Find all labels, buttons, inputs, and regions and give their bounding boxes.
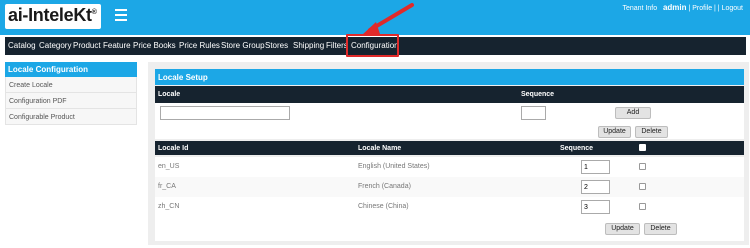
form-body: Add Update Delete — [155, 103, 744, 139]
table-update-button[interactable]: Update — [605, 223, 640, 235]
row-sequence-input[interactable]: 3 — [581, 200, 610, 214]
select-all-checkbox[interactable] — [639, 144, 646, 151]
form-update-button[interactable]: Update — [598, 126, 631, 138]
column-locale-name: Locale Name — [358, 145, 402, 152]
panel-title: Locale Setup — [155, 69, 744, 85]
row-checkbox[interactable] — [639, 183, 646, 190]
row-locale-id: zh_CN — [158, 203, 180, 210]
column-sequence: Sequence — [560, 145, 594, 152]
nav-item-filters[interactable]: Filters — [326, 41, 348, 50]
sequence-input[interactable] — [521, 106, 546, 120]
table-header: Locale Id Locale Name Sequence — [155, 141, 744, 155]
row-checkbox[interactable] — [639, 163, 646, 170]
table-row: zh_CN Chinese (China) 3 — [155, 197, 744, 217]
row-locale-id: fr_CA — [158, 183, 176, 190]
column-locale-id: Locale Id — [158, 145, 189, 152]
nav-item-price-rules[interactable]: Price Rules — [179, 41, 220, 50]
table-row: en_US English (United States) 1 — [155, 157, 744, 177]
row-locale-id: en_US — [158, 163, 180, 170]
configuration-highlight-box — [346, 34, 399, 57]
app-root: ai-InteleKt® Tenant Info admin | Profile… — [0, 0, 750, 248]
sidebar: Locale Configuration Create Locale Confi… — [5, 62, 137, 125]
locale-setup-panel: Locale Setup Locale Sequence Add Update … — [148, 62, 749, 245]
nav-item-stores[interactable]: Stores — [265, 41, 288, 50]
table-delete-button[interactable]: Delete — [644, 223, 677, 235]
nav-item-category[interactable]: Category — [39, 41, 71, 50]
row-sequence-input[interactable]: 2 — [581, 180, 610, 194]
profile-link[interactable]: Profile — [692, 5, 712, 12]
row-locale-name: English (United States) — [358, 163, 430, 170]
form-sequence-header: Sequence — [521, 91, 555, 98]
sidebar-item-configurable-product[interactable]: Configurable Product — [5, 109, 137, 125]
nav-item-store-group[interactable]: Store Group — [221, 41, 265, 50]
user-links: Tenant Info admin | Profile | | Logout — [622, 3, 743, 12]
tenant-info-link[interactable]: Tenant Info — [622, 5, 657, 12]
nav-item-price-books[interactable]: Price Books — [133, 41, 176, 50]
nav-item-feature[interactable]: Feature — [103, 41, 131, 50]
brand-logo[interactable]: ai-InteleKt® — [5, 4, 101, 29]
form-delete-button[interactable]: Delete — [635, 126, 668, 138]
form-header: Locale Sequence — [155, 86, 744, 103]
row-sequence-input[interactable]: 1 — [581, 160, 610, 174]
form-locale-header: Locale — [158, 91, 181, 98]
nav-item-product[interactable]: Product — [73, 41, 101, 50]
add-button[interactable]: Add — [615, 107, 651, 119]
row-checkbox[interactable] — [639, 203, 646, 210]
username: admin — [662, 3, 687, 12]
annotation-arrow-icon — [362, 3, 414, 35]
brand-logo-text: ai-InteleKt® — [8, 5, 97, 25]
nav-item-shipping[interactable]: Shipping — [293, 41, 324, 50]
sidebar-title: Locale Configuration — [5, 62, 137, 77]
sidebar-item-configuration-pdf[interactable]: Configuration PDF — [5, 93, 137, 109]
row-locale-name: Chinese (China) — [358, 203, 409, 210]
nav-item-catalog[interactable]: Catalog — [8, 41, 36, 50]
hamburger-menu-icon[interactable] — [115, 9, 127, 21]
logout-link[interactable]: Logout — [722, 5, 743, 12]
row-locale-name: French (Canada) — [358, 183, 411, 190]
sidebar-item-create-locale[interactable]: Create Locale — [5, 77, 137, 93]
locale-input[interactable] — [160, 106, 290, 120]
table-actions: Update Delete — [155, 217, 744, 241]
table-row: fr_CA French (Canada) 2 — [155, 177, 744, 197]
